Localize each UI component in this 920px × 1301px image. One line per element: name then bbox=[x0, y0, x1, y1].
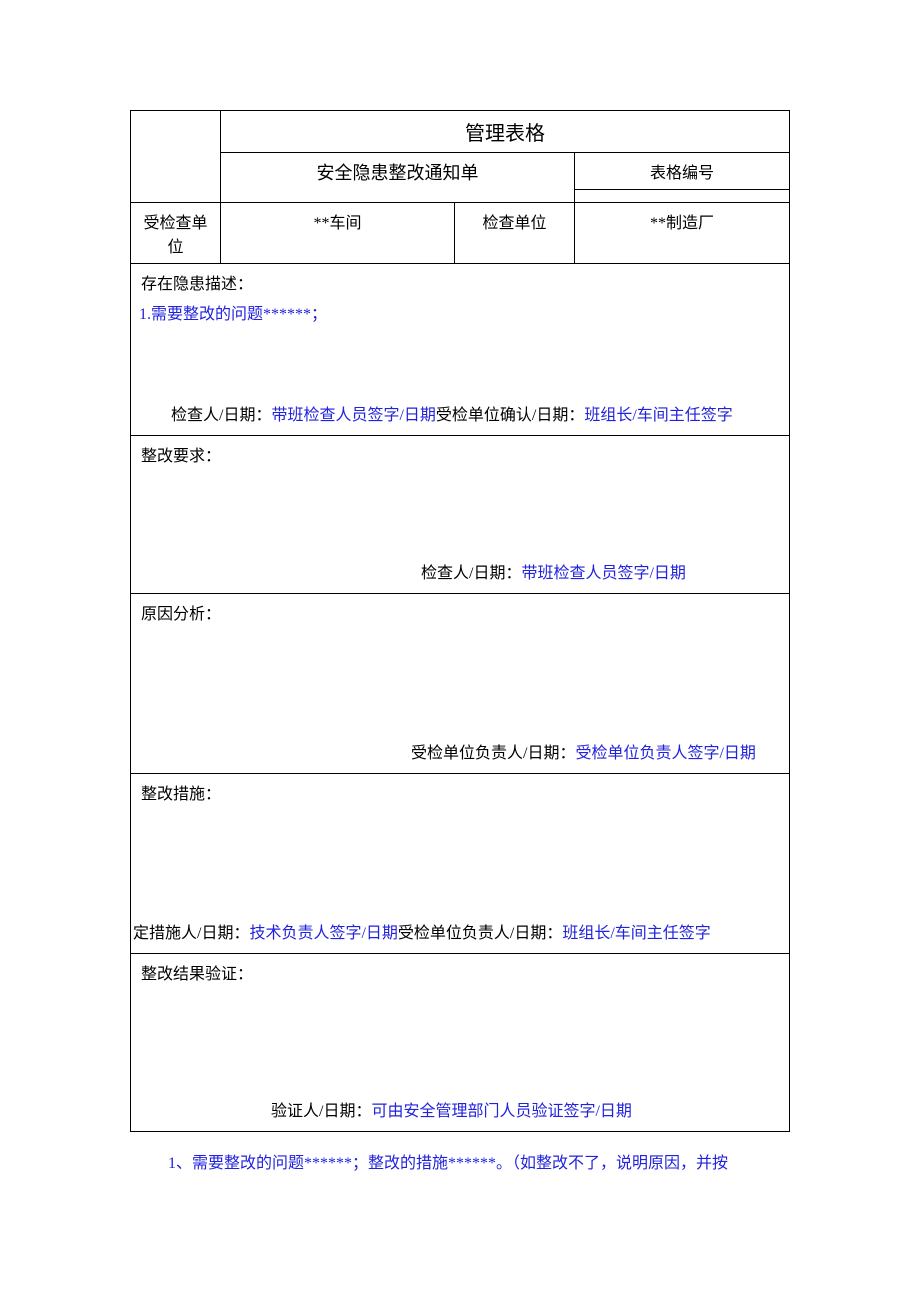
cause-responsible-value: 受检单位负责人签字/日期 bbox=[575, 745, 755, 762]
hazard-description-section: 存在隐患描述： 1.需要整改的问题******； 检查人/日期：带班检查人员签字… bbox=[131, 264, 790, 436]
cause-title: 原因分析： bbox=[139, 600, 781, 630]
form-main-title: 管理表格 bbox=[221, 111, 790, 153]
requirement-title: 整改要求： bbox=[139, 442, 781, 472]
measure-responsible-value: 班组长/车间主任签字 bbox=[562, 925, 710, 942]
verify-value: 可由安全管理部门人员验证签字/日期 bbox=[371, 1103, 631, 1120]
measure-planner-value: 技术负责人签字/日期 bbox=[249, 925, 397, 942]
measure-sign-line: 定措施人/日期：技术负责人签字/日期受检单位负责人/日期：班组长/车间主任签字 bbox=[131, 919, 789, 949]
hazard-sign-line: 检查人/日期：带班检查人员签字/日期受检单位确认/日期：班组长/车间主任签字 bbox=[131, 401, 789, 431]
measure-responsible-label: 受检单位负责人/日期： bbox=[398, 925, 562, 942]
logo-cell bbox=[131, 111, 221, 203]
inspected-unit-label: 受检查单位 bbox=[131, 203, 221, 264]
measure-title: 整改措施： bbox=[139, 780, 781, 810]
cause-sign-line: 受检单位负责人/日期：受检单位负责人签字/日期 bbox=[131, 739, 789, 769]
verify-title: 整改结果验证： bbox=[139, 960, 781, 990]
requirement-sign-line: 检查人/日期：带班检查人员签字/日期 bbox=[131, 559, 789, 589]
hazard-title: 存在隐患描述： bbox=[139, 270, 781, 300]
cause-analysis-section: 原因分析： 受检单位负责人/日期：受检单位负责人签字/日期 bbox=[131, 594, 790, 774]
verify-section: 整改结果验证： 验证人/日期：可由安全管理部门人员验证签字/日期 bbox=[131, 954, 790, 1132]
inspected-unit-value: **车间 bbox=[221, 203, 455, 264]
requirement-inspector-value: 带班检查人员签字/日期 bbox=[521, 565, 685, 582]
hazard-inspector-label: 检查人/日期： bbox=[171, 407, 271, 424]
requirement-section: 整改要求： 检查人/日期：带班检查人员签字/日期 bbox=[131, 436, 790, 594]
verify-sign-line: 验证人/日期：可由安全管理部门人员验证签字/日期 bbox=[131, 1097, 789, 1127]
hazard-item-1: 1.需要整改的问题******； bbox=[139, 300, 781, 330]
requirement-inspector-label: 检查人/日期： bbox=[421, 565, 521, 582]
hazard-confirm-value: 班组长/车间主任签字 bbox=[584, 407, 732, 424]
form-number-label: 表格编号 bbox=[575, 153, 790, 190]
cause-responsible-label: 受检单位负责人/日期： bbox=[411, 745, 575, 762]
form-number-value bbox=[575, 190, 790, 203]
hazard-confirm-label: 受检单位确认/日期： bbox=[436, 407, 584, 424]
form-subtitle: 安全隐患整改通知单 bbox=[221, 153, 575, 203]
inspecting-unit-value: **制造厂 bbox=[575, 203, 790, 264]
measure-section: 整改措施： 定措施人/日期：技术负责人签字/日期受检单位负责人/日期：班组长/车… bbox=[131, 774, 790, 954]
measure-planner-label: 定措施人/日期： bbox=[133, 925, 249, 942]
verify-label: 验证人/日期： bbox=[271, 1103, 371, 1120]
footer-note: 1、需要整改的问题******；整改的措施******。（如整改不了，说明原因，… bbox=[130, 1150, 790, 1179]
management-form-table: 管理表格 安全隐患整改通知单 表格编号 受检查单位 **车间 检查单位 **制造… bbox=[130, 110, 790, 1132]
hazard-inspector-value: 带班检查人员签字/日期 bbox=[271, 407, 435, 424]
inspecting-unit-label: 检查单位 bbox=[455, 203, 575, 264]
